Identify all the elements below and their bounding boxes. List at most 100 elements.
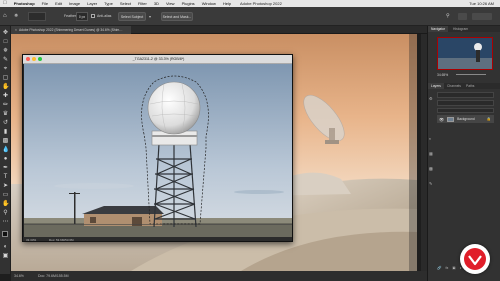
quick-mask-icon[interactable]: ◐ [2,244,9,251]
tools-panel: ✥ □ ✵ ✎ ⌖ ▢ ✋ ✚ ✏ ♛ ↺ ▮ ▩ 💧 ● ✒ T ➤ ▭ ✋ … [0,26,11,274]
layers-tab-bar: Layers Channels Paths [428,83,500,89]
swatches-icon[interactable]: ▩ [429,166,434,171]
floating-zoom-readout[interactable]: 33.33% [26,238,36,241]
frame-tool-icon[interactable]: ▢ [2,75,9,82]
menu-3d[interactable]: 3D [154,1,159,6]
adjustments-icon[interactable]: ◐ [429,136,434,141]
close-icon[interactable]: × [15,28,17,32]
history-brush-tool-icon[interactable]: ↺ [2,120,9,127]
lock-icon: 🔒 [486,117,491,121]
lasso-tool-icon[interactable]: ✵ [2,48,9,55]
menu-filter[interactable]: Filter [138,1,147,6]
apple-icon[interactable]:  [3,1,7,6]
floating-doc-size: Doc: 53.6M/53.6M [49,238,74,242]
tab-paths[interactable]: Paths [463,83,477,89]
maximize-window-icon[interactable] [38,57,42,61]
quick-selection-tool-icon[interactable]: ✎ [2,57,9,64]
navigator-preview[interactable] [437,37,493,70]
eraser-tool-icon[interactable]: ▮ [2,129,9,136]
menu-plugins[interactable]: Plugins [182,1,195,6]
lock-bar[interactable] [437,108,494,113]
navigator-thumbnail [438,38,492,69]
lasso-tool-icon[interactable]: ✵ [14,13,23,20]
visibility-eye-icon[interactable]: 👁 [439,117,444,122]
brush-tool-icon[interactable]: ✏ [2,102,9,109]
window-title: Adobe Photoshop 2022 [240,1,282,6]
libraries-icon[interactable]: ▦ [429,151,434,156]
selection-mode-group[interactable] [28,12,46,21]
document-tab-label: Adobe Photoshop 2022 (Shimmering Desert … [18,28,124,32]
menu-type[interactable]: Type [104,1,113,6]
pen-tool-icon[interactable]: ✒ [2,165,9,172]
marquee-tool-icon[interactable]: □ [2,39,9,46]
eyedropper-tool-icon[interactable]: ✋ [2,84,9,91]
dodge-tool-icon[interactable]: ● [2,156,9,163]
add-mask-icon[interactable]: ▣ [452,266,455,272]
layer-thumbnail [447,116,455,122]
menu-view[interactable]: View [166,1,175,6]
menu-file[interactable]: File [42,1,48,6]
move-tool-icon[interactable]: ✥ [2,30,9,37]
share-button[interactable] [472,13,492,20]
antialias-label: Anti-alias [97,14,112,18]
menu-window[interactable]: Window [202,1,216,6]
screen-mode-icon[interactable]: ▣ [2,253,9,260]
tab-navigator[interactable]: Navigator [428,26,449,32]
blur-tool-icon[interactable]: 💧 [2,147,9,154]
crop-tool-icon[interactable]: ⌖ [2,66,9,73]
antialias-checkbox[interactable] [91,14,95,18]
zoom-tool-icon[interactable]: ⚲ [2,210,9,217]
navigator-zoom-slider[interactable] [456,74,486,75]
menubar-clock: Tue 10:26 AM [469,1,494,6]
link-layers-icon[interactable]: 🔗 [437,266,441,272]
healing-brush-tool-icon[interactable]: ✚ [2,93,9,100]
document-tab[interactable]: × Adobe Photoshop 2022 (Shimmering Deser… [11,26,131,34]
menu-layer[interactable]: Layer [87,1,97,6]
feather-input[interactable]: 0 px [76,12,88,21]
options-bar: ⌂ ✵ Feather: 0 px Anti-alias Select Subj… [0,7,500,26]
tab-histogram[interactable]: Histogram [450,26,471,32]
workspace-icon[interactable] [458,13,467,20]
rectangle-tool-icon[interactable]: ▭ [2,192,9,199]
fx-icon[interactable]: fx [445,266,448,272]
menu-app-name[interactable]: Photoshop [14,1,35,6]
properties-icon[interactable]: ⚙ [429,96,434,101]
right-panels: Navigator Histogram 34.65% Layers Channe… [427,26,500,281]
search-icon[interactable]: ⚲ [446,13,453,20]
document-tab-bar: × Adobe Photoshop 2022 (Shimmering Deser… [11,26,427,34]
brushes-icon[interactable]: ✎ [429,181,434,186]
tab-layers[interactable]: Layers [428,83,444,89]
status-bar: 34.6% Doc: 79.6M/155.5M [11,271,427,281]
select-and-mask-button[interactable]: Select and Mask... [161,12,193,21]
path-selection-tool-icon[interactable]: ➤ [2,183,9,190]
navigator-zoom-value[interactable]: 34.65% [437,73,448,77]
floating-window-titlebar[interactable]: _TGA2311-2 @ 33.3% (RGB/8*) [23,55,292,64]
logo-mark-icon [464,248,486,270]
type-tool-icon[interactable]: T [2,174,9,181]
status-zoom[interactable]: 34.6% [14,274,24,278]
mac-menubar:  Photoshop File Edit Image Layer Type S… [0,0,500,7]
menu-help[interactable]: Help [223,1,231,6]
clone-stamp-tool-icon[interactable]: ♛ [2,111,9,118]
foreground-color-swatch[interactable] [2,231,8,237]
tab-channels[interactable]: Channels [444,83,464,89]
layer-filter-bar[interactable] [437,92,494,98]
menu-image[interactable]: Image [69,1,80,6]
gradient-tool-icon[interactable]: ▩ [2,138,9,145]
menu-edit[interactable]: Edit [55,1,62,6]
home-icon[interactable]: ⌂ [3,13,10,20]
menu-select[interactable]: Select [120,1,131,6]
select-subject-button[interactable]: Select Subject [118,12,146,21]
more-tools-icon[interactable]: ⋯ [2,219,9,226]
tower-photo[interactable] [24,64,292,237]
layer-row[interactable]: 👁 Background 🔒 [437,115,494,123]
chevron-down-icon[interactable]: ▾ [149,12,155,21]
layer-name[interactable]: Background [457,117,475,121]
minimize-window-icon[interactable] [32,57,36,61]
blend-mode-bar[interactable] [437,100,494,106]
close-window-icon[interactable] [26,57,30,61]
floating-window-title: _TGA2311-2 @ 33.3% (RGB/8*) [132,57,185,61]
hand-tool-icon[interactable]: ✋ [2,201,9,208]
status-doc-size: Doc: 79.6M/155.5M [38,274,69,278]
floating-document-window[interactable]: _TGA2311-2 @ 33.3% (RGB/8*) 33.33% Doc: … [22,54,293,242]
